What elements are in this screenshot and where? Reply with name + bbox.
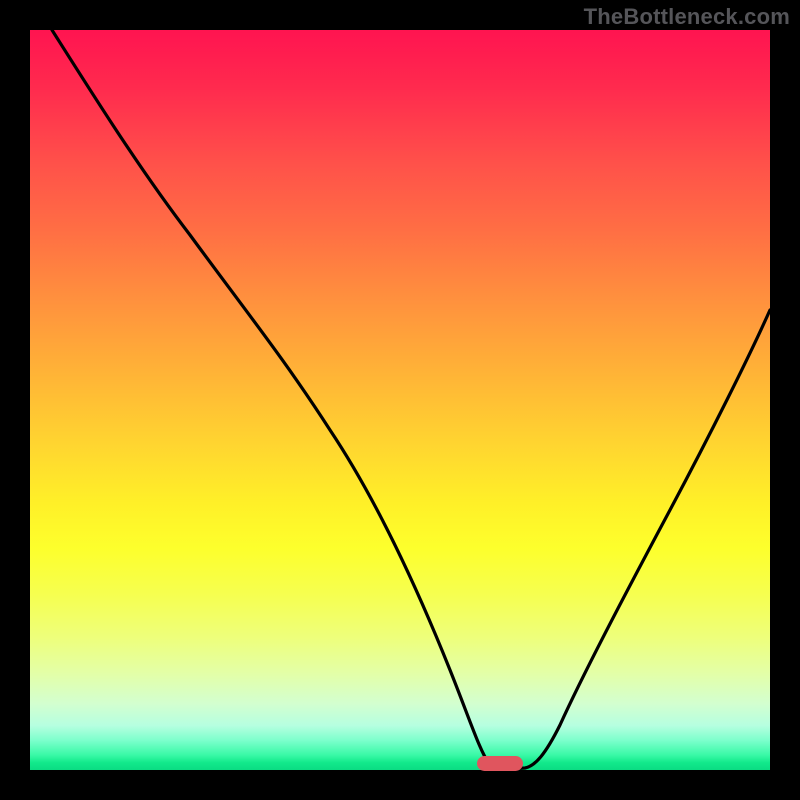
- plot-area: [30, 30, 770, 770]
- chart-frame: TheBottleneck.com: [0, 0, 800, 800]
- watermark-text: TheBottleneck.com: [584, 4, 790, 30]
- curve-path: [52, 30, 770, 769]
- bottleneck-curve: [30, 30, 770, 770]
- optimal-marker: [477, 756, 523, 771]
